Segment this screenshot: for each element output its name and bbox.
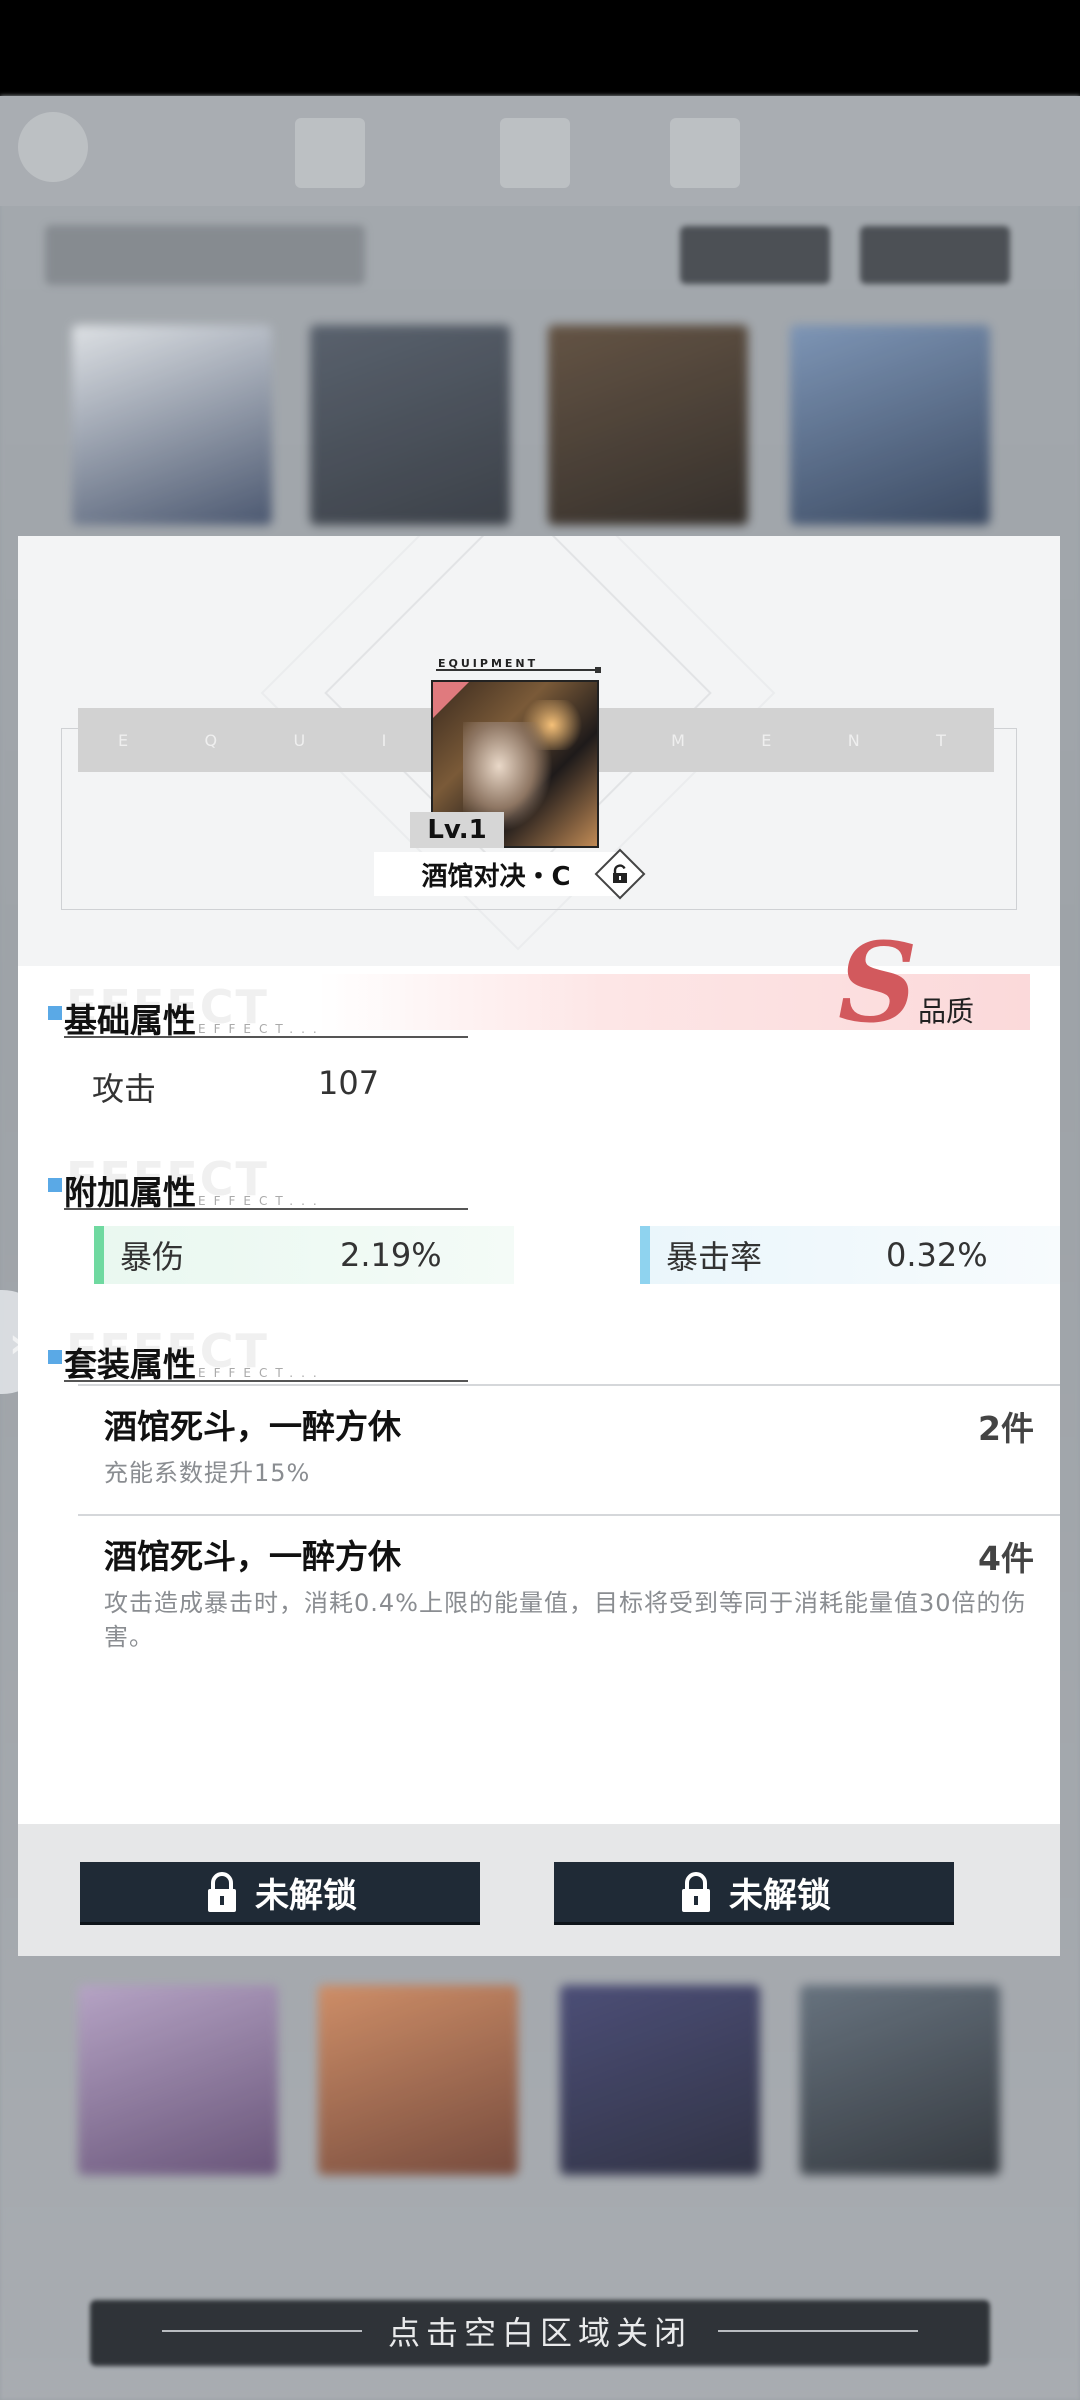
locked-button-label: 未解锁 — [729, 1875, 831, 1916]
equipment-label-dot — [595, 667, 601, 673]
set-description: 充能系数提升15% — [104, 1459, 311, 1487]
section-title: 套装属性 — [64, 1345, 196, 1384]
band-letter: M — [671, 730, 693, 750]
stat-crit-rate: 暴击率 0.32% — [640, 1226, 1060, 1284]
section-subtitle: EFFECT... — [198, 1022, 325, 1036]
equipment-header: E Q U I M E N T EQUIPMENT Lv.1 酒馆对决・C — [18, 536, 1060, 966]
set-name: 酒馆死斗，一醉方休 — [104, 1537, 401, 1576]
stat-label: 暴击率 — [666, 1238, 763, 1276]
locked-action-button-right[interactable]: 未解锁 — [554, 1862, 954, 1922]
section-subtitle: EFFECT... — [198, 1194, 325, 1208]
section-subtitle: EFFECT... — [198, 1366, 325, 1380]
unlock-icon — [613, 864, 627, 883]
close-hint-text: 点击空白区域关闭 — [387, 2314, 692, 2352]
background-character-card — [310, 325, 510, 525]
background-character-card — [790, 325, 990, 525]
background-character-card — [318, 1985, 518, 2175]
section-marker — [48, 1350, 62, 1364]
section-marker — [48, 1178, 62, 1192]
stat-value: 0.32% — [886, 1236, 988, 1274]
equipment-level: Lv.1 — [410, 812, 504, 848]
lock-icon — [208, 1872, 236, 1912]
set-bonus-2pc: 酒馆死斗，一醉方休 2件 充能系数提升15% — [78, 1384, 1060, 1514]
background-button — [680, 226, 830, 284]
locked-button-label: 未解锁 — [255, 1875, 357, 1916]
band-letter: I — [381, 730, 395, 750]
quality-label: 品质 — [918, 995, 975, 1028]
equipment-label-line — [436, 669, 596, 671]
set-description: 攻击造成暴击时，消耗0.4%上限的能量值，目标将受到等同于消耗能量值30倍的伤害… — [104, 1589, 1027, 1651]
set-name: 酒馆死斗，一醉方休 — [104, 1407, 401, 1446]
hint-divider-right — [718, 2330, 918, 2332]
band-letter: Q — [204, 730, 226, 750]
background-character-card — [548, 325, 748, 525]
background-character-card — [78, 1985, 278, 2175]
section-underline — [64, 1380, 468, 1382]
attack-value: 107 — [318, 1064, 380, 1102]
band-letter: E — [761, 730, 780, 750]
background-row-title — [45, 225, 365, 285]
quality-grade: S — [838, 918, 918, 1047]
set-bonus-4pc: 酒馆死斗，一醉方休 4件 攻击造成暴击时，消耗0.4%上限的能量值，目标将受到等… — [78, 1514, 1060, 1664]
equipment-detail-modal: E Q U I M E N T EQUIPMENT Lv.1 酒馆对决・C S … — [18, 536, 1060, 1956]
stat-crit-damage: 暴伤 2.19% — [94, 1226, 514, 1284]
locked-action-button-left[interactable]: 未解锁 — [80, 1862, 480, 1922]
background-home-icon — [295, 118, 365, 188]
background-settings-icon — [18, 112, 88, 182]
stat-label: 暴伤 — [120, 1238, 185, 1276]
background-chevron-icon — [500, 118, 570, 188]
background-button — [860, 226, 1010, 284]
status-bar — [0, 0, 1080, 96]
background-character-card — [800, 1985, 1000, 2175]
section-underline — [64, 1036, 468, 1038]
rarity-corner — [433, 682, 469, 718]
section-title: 附加属性 — [64, 1173, 196, 1212]
section-underline — [64, 1208, 468, 1210]
close-hint[interactable]: 点击空白区域关闭 — [0, 2306, 1080, 2356]
section-marker — [48, 1006, 62, 1020]
hint-divider-left — [161, 2330, 362, 2332]
attack-label: 攻击 — [92, 1070, 157, 1108]
set-piece-count: 4件 — [978, 1539, 1034, 1578]
band-letter: E — [118, 730, 137, 750]
stat-color-bar — [94, 1226, 104, 1284]
background-character-card — [72, 325, 272, 525]
section-base-attributes: EFFECT 基础属性 EFFECT... — [48, 980, 468, 1040]
equipment-name: 酒馆对决・C — [374, 852, 618, 896]
set-piece-count: 2件 — [978, 1409, 1034, 1448]
section-set-attributes: EFFECT 套装属性 EFFECT... — [48, 1324, 468, 1384]
lock-icon — [682, 1872, 710, 1912]
band-letter: N — [847, 730, 868, 750]
band-letter: U — [293, 730, 314, 750]
stat-color-bar — [640, 1226, 650, 1284]
background-character-card — [560, 1985, 760, 2175]
stat-value: 2.19% — [340, 1236, 442, 1274]
band-letter: T — [936, 730, 954, 750]
section-extra-attributes: EFFECT 附加属性 EFFECT... — [48, 1152, 468, 1212]
background-edit-icon — [670, 118, 740, 188]
section-title: 基础属性 — [64, 1001, 196, 1040]
